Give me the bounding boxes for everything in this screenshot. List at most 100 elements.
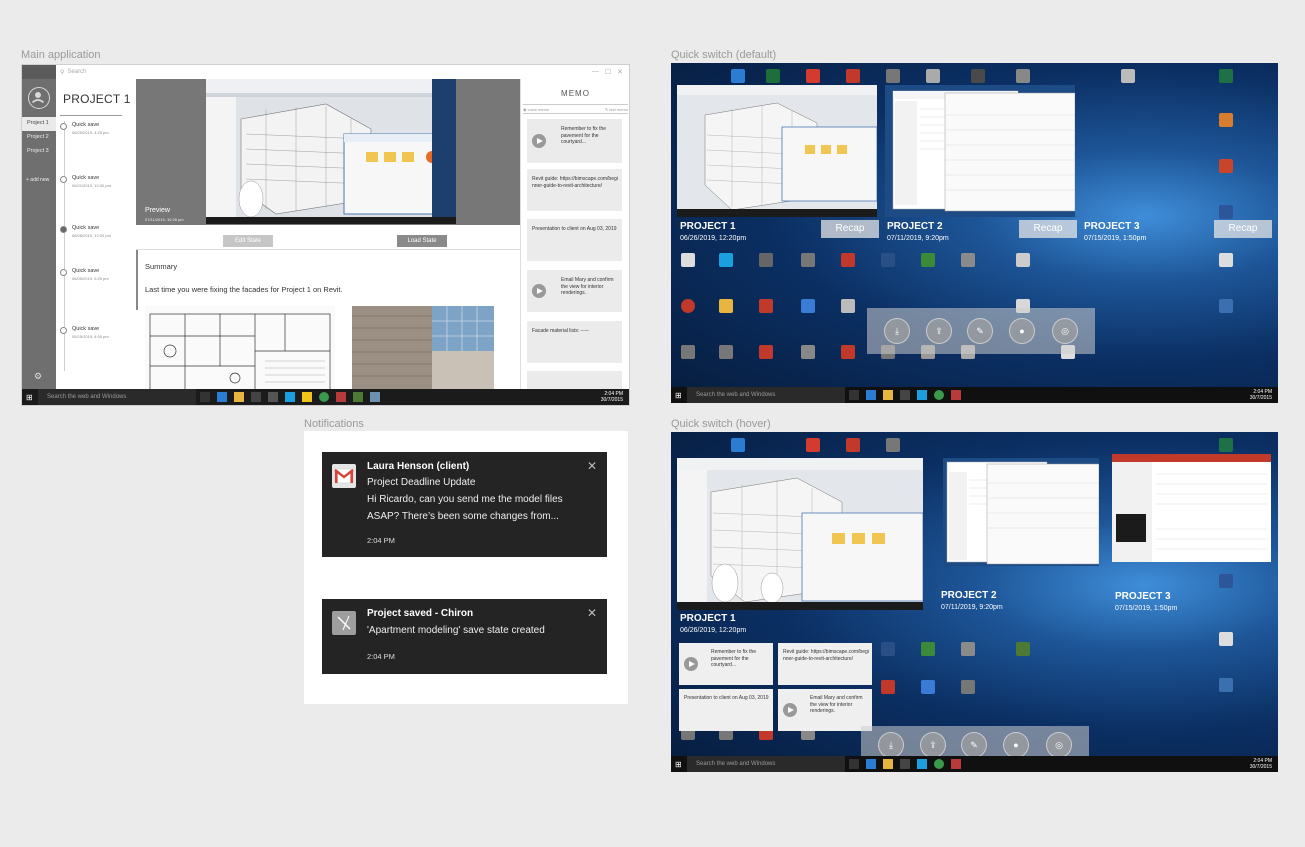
- folder-icon[interactable]: [234, 392, 244, 402]
- text-memo-button[interactable]: ✎ text memo: [605, 107, 628, 112]
- skype-icon[interactable]: [285, 392, 295, 402]
- minecraft-icon[interactable]: [1016, 642, 1030, 656]
- desktop-app-icon[interactable]: [961, 253, 975, 267]
- microphone-icon[interactable]: ●: [1003, 732, 1029, 758]
- desktop-app-icon[interactable]: [921, 680, 935, 694]
- folder-icon[interactable]: [883, 390, 893, 400]
- desktop-app-icon[interactable]: [961, 642, 975, 656]
- desktop-app-icon[interactable]: [766, 69, 780, 83]
- project-1-thumbnail[interactable]: [677, 85, 877, 217]
- notification-toast[interactable]: Project saved - Chiron 'Apartment modeli…: [322, 599, 607, 674]
- desktop-app-icon[interactable]: [846, 69, 860, 83]
- close-icon[interactable]: ✕: [617, 68, 623, 76]
- project-2-thumbnail[interactable]: [943, 458, 1099, 566]
- desktop-app-icon[interactable]: [841, 253, 855, 267]
- desktop-app-icon[interactable]: [1219, 632, 1233, 646]
- app-icon[interactable]: [268, 392, 278, 402]
- desktop-app-icon[interactable]: [759, 299, 773, 313]
- desktop-app-icon[interactable]: [731, 438, 745, 452]
- gear-icon[interactable]: ⚙: [34, 371, 42, 382]
- screen-share-icon[interactable]: ⇪: [920, 732, 946, 758]
- close-icon[interactable]: ✕: [587, 606, 597, 620]
- desktop-app-icon[interactable]: [921, 642, 935, 656]
- material-image[interactable]: [352, 306, 494, 390]
- avatar[interactable]: [28, 87, 50, 109]
- desktop-app-icon[interactable]: [846, 438, 860, 452]
- desktop-app-icon[interactable]: [1121, 69, 1135, 83]
- play-icon[interactable]: [783, 703, 797, 717]
- desktop-app-icon[interactable]: [1219, 678, 1233, 692]
- clock[interactable]: 2:04 PM 30/7/2015: [1250, 389, 1272, 401]
- maximize-icon[interactable]: ☐: [605, 68, 611, 76]
- memo-card[interactable]: Presentation to client on Aug 03, 2019: [527, 219, 622, 261]
- desktop-app-icon[interactable]: [841, 345, 855, 359]
- desktop-app-icon[interactable]: [719, 345, 733, 359]
- photos-icon[interactable]: [951, 759, 961, 769]
- play-icon[interactable]: [532, 284, 546, 298]
- desktop-app-icon[interactable]: [886, 438, 900, 452]
- windows-start-icon[interactable]: ⊞: [675, 760, 682, 769]
- memo-card[interactable]: Presentation to client on Aug 03, 2019: [679, 689, 773, 731]
- desktop-app-icon[interactable]: [881, 642, 895, 656]
- play-icon[interactable]: [684, 657, 698, 671]
- desktop-app-icon[interactable]: [801, 299, 815, 313]
- recap-button-project-2[interactable]: Recap: [1019, 220, 1077, 238]
- record-icon[interactable]: ◎: [1046, 732, 1072, 758]
- desktop-app-icon[interactable]: [681, 345, 695, 359]
- desktop-app-icon[interactable]: [801, 345, 815, 359]
- desktop-app-icon[interactable]: [719, 253, 733, 267]
- minimize-icon[interactable]: —: [592, 68, 599, 76]
- desktop-app-icon[interactable]: [681, 299, 695, 313]
- add-new-project-button[interactable]: + add new: [26, 177, 49, 183]
- desktop-app-icon[interactable]: [1219, 299, 1233, 313]
- desktop-app-icon[interactable]: [1016, 253, 1030, 267]
- nav-item-project-1[interactable]: Project 1: [22, 117, 56, 131]
- edit-state-button[interactable]: Edit State: [223, 235, 273, 247]
- task-view-icon[interactable]: [849, 759, 859, 769]
- skype-icon[interactable]: [917, 390, 927, 400]
- search-box[interactable]: ⚲ Search: [56, 69, 592, 76]
- save-icon[interactable]: ⤓: [884, 318, 910, 344]
- clock[interactable]: 2:04 PM 30/7/2015: [601, 391, 623, 403]
- desktop-app-icon[interactable]: [719, 299, 733, 313]
- note-icon[interactable]: ✎: [961, 732, 987, 758]
- project-3-thumbnail[interactable]: [1112, 454, 1271, 562]
- nav-item-project-3[interactable]: Project 3: [22, 145, 56, 159]
- memo-card[interactable]: Email Mary and confirm the view for inte…: [778, 689, 872, 731]
- edge-icon[interactable]: [217, 392, 227, 402]
- word-icon[interactable]: [1219, 574, 1233, 588]
- memo-card[interactable]: Remember to fix the pavement for the cou…: [527, 119, 622, 163]
- folder-icon[interactable]: [883, 759, 893, 769]
- note-icon[interactable]: ✎: [967, 318, 993, 344]
- desktop-app-icon[interactable]: [881, 680, 895, 694]
- chiron-taskbar-icon[interactable]: [370, 392, 380, 402]
- voice-memo-button[interactable]: ◉ voice memo: [523, 107, 549, 112]
- windows-start-icon[interactable]: ⊞: [26, 393, 33, 402]
- desktop-app-icon[interactable]: [881, 253, 895, 267]
- desktop-app-icon[interactable]: [926, 69, 940, 83]
- outlook-icon[interactable]: [1219, 113, 1233, 127]
- powerpoint-icon[interactable]: [1219, 159, 1233, 173]
- desktop-app-icon[interactable]: [841, 299, 855, 313]
- desktop-app-icon[interactable]: [1219, 253, 1233, 267]
- memo-card[interactable]: Revit guide: https://bimscape.com/beginn…: [527, 169, 622, 211]
- load-state-button[interactable]: Load State: [397, 235, 447, 247]
- desktop-app-icon[interactable]: [681, 253, 695, 267]
- memo-card[interactable]: Email Mary and confirm the view for inte…: [527, 270, 622, 312]
- taskbar-search[interactable]: Search the web and Windows: [687, 387, 845, 403]
- project-2-thumbnail[interactable]: [885, 85, 1075, 217]
- project-1-thumbnail[interactable]: [677, 458, 923, 610]
- desktop-app-icon[interactable]: [801, 253, 815, 267]
- close-icon[interactable]: ✕: [587, 459, 597, 473]
- task-view-icon[interactable]: [849, 390, 859, 400]
- minecraft-icon[interactable]: [353, 392, 363, 402]
- desktop-app-icon[interactable]: [759, 345, 773, 359]
- notification-toast[interactable]: Laura Henson (client) Project Deadline U…: [322, 452, 607, 557]
- chrome-icon[interactable]: [319, 392, 329, 402]
- play-icon[interactable]: [532, 134, 546, 148]
- memo-card[interactable]: Facade material lists: -----: [527, 321, 622, 363]
- chrome-icon[interactable]: [934, 759, 944, 769]
- task-view-icon[interactable]: [200, 392, 210, 402]
- clock[interactable]: 2:04 PM 30/7/2015: [1250, 758, 1272, 770]
- edge-icon[interactable]: [866, 390, 876, 400]
